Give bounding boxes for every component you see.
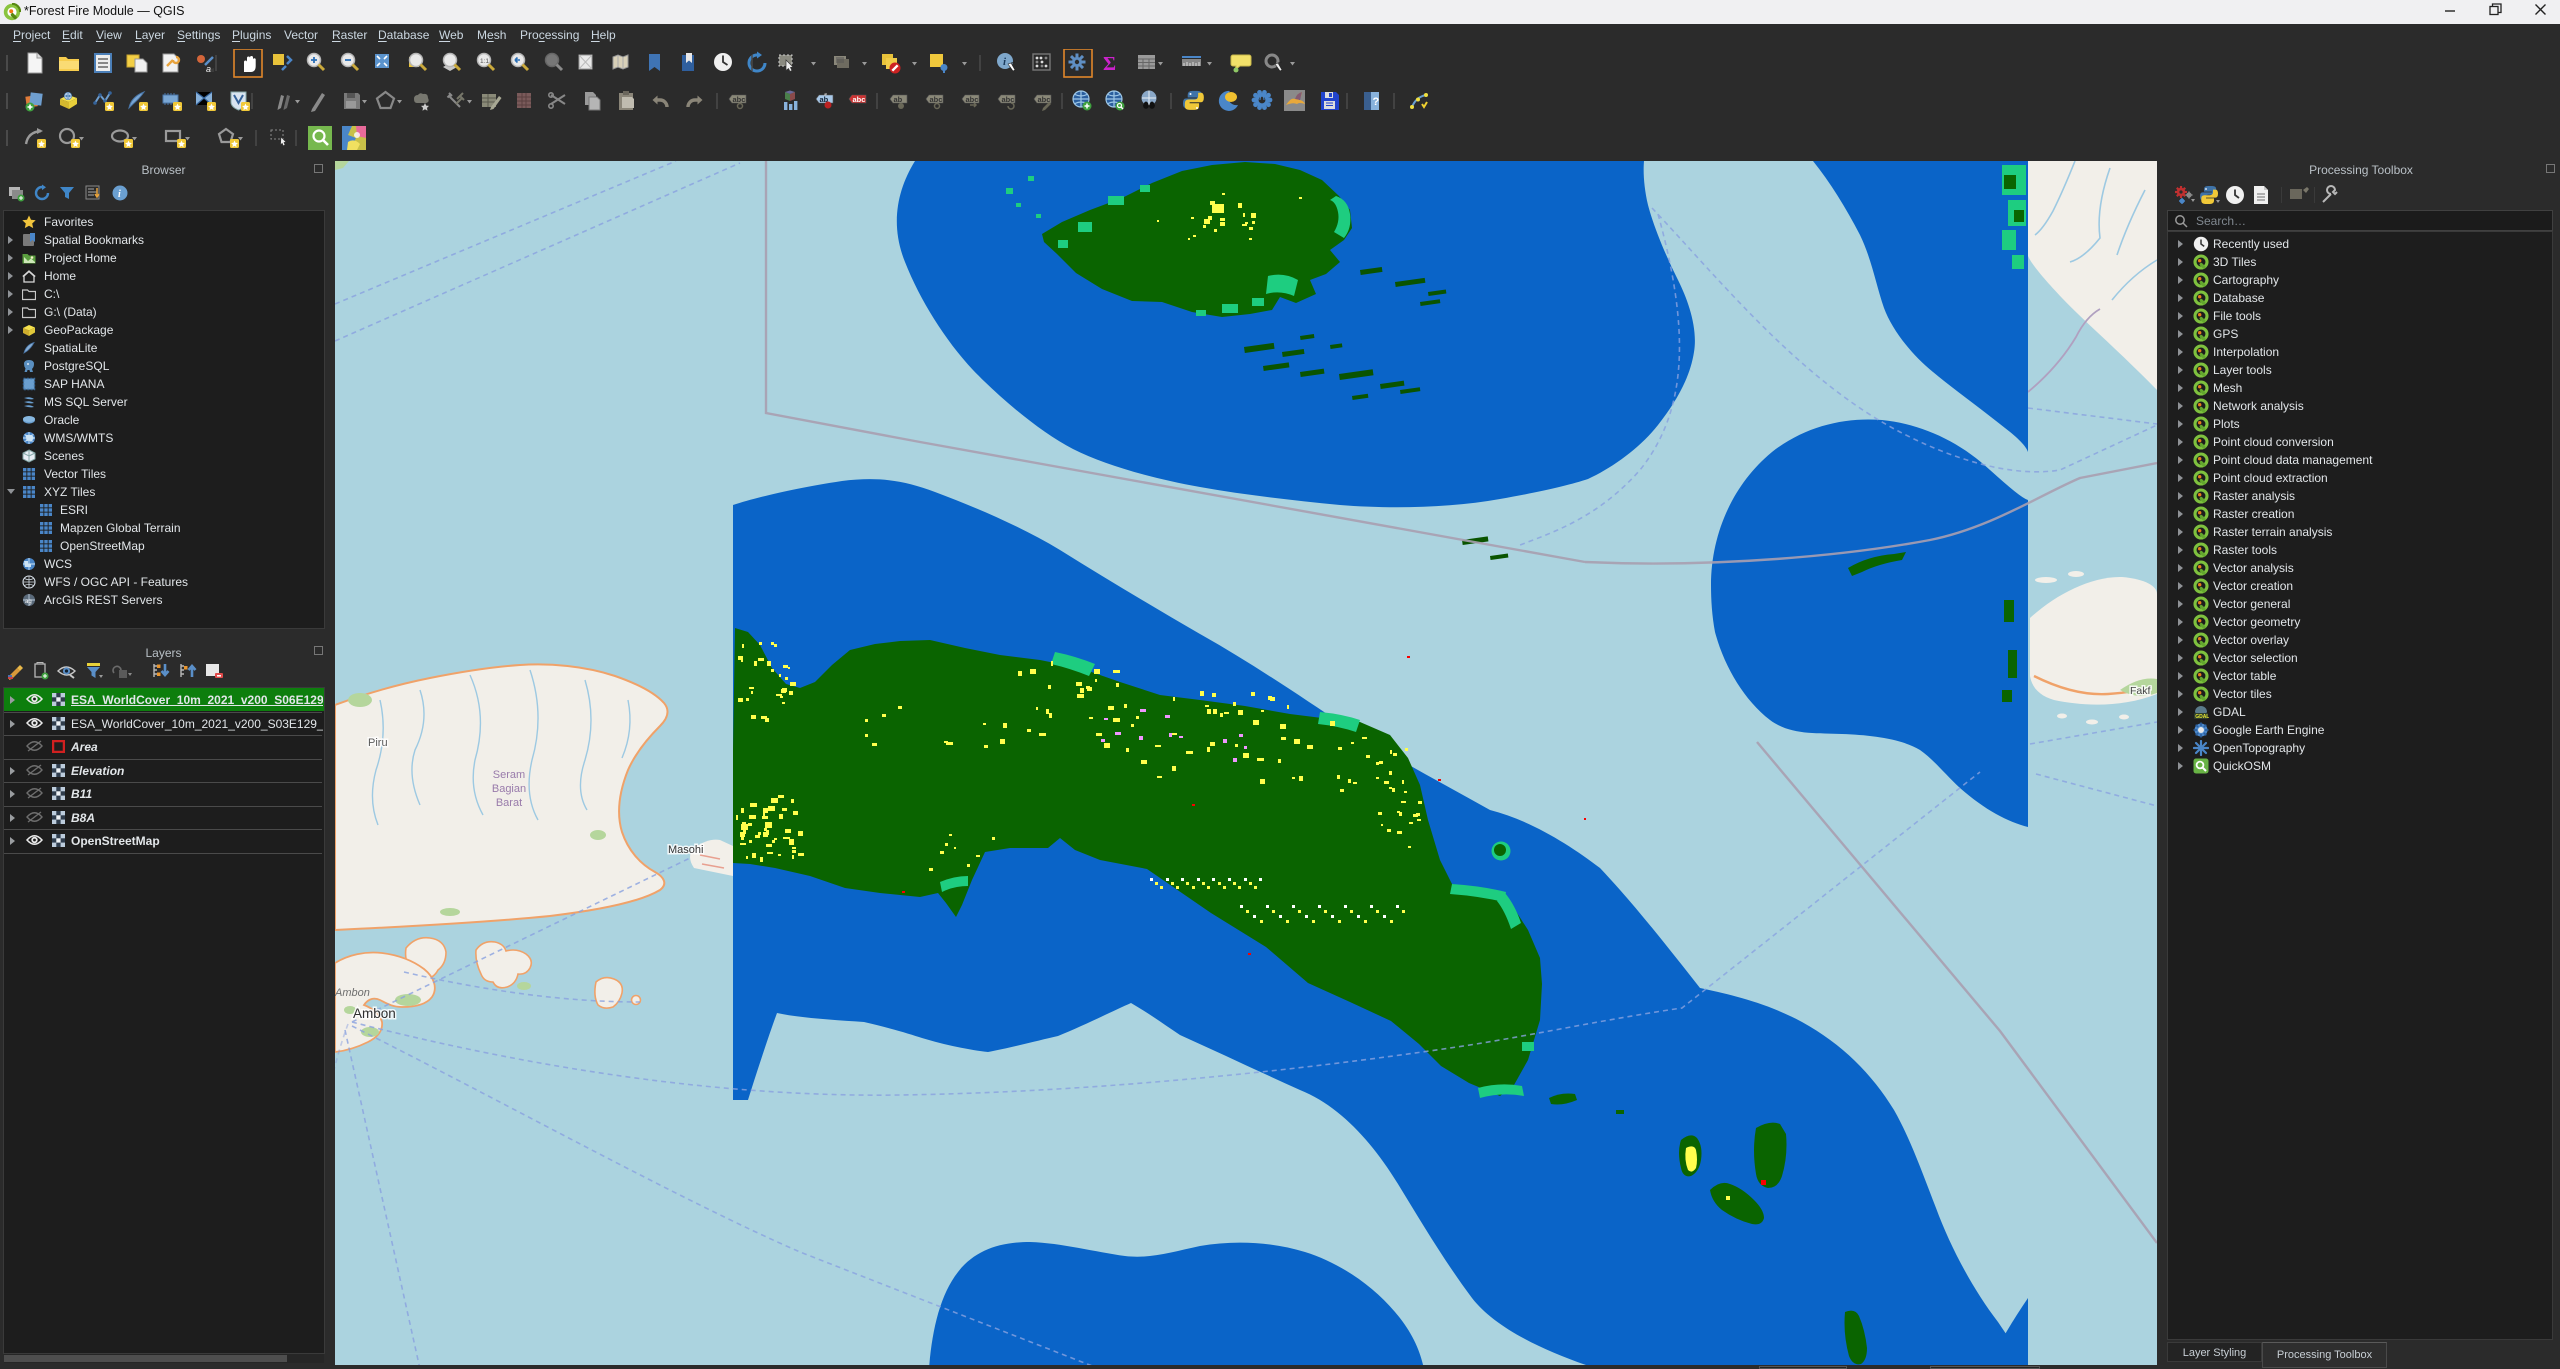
svg-text:ab: ab [894,95,903,104]
svg-text:1:1: 1:1 [480,58,489,65]
svg-text:ag: ag [25,599,32,605]
svg-text:abc: abc [930,95,943,104]
svg-text:abc: abc [966,95,979,104]
svg-text:Seram: Seram [493,769,525,781]
svg-text:Piru: Piru [368,737,388,749]
svg-text:Ambon: Ambon [353,1006,396,1021]
svg-text:Ambon: Ambon [335,987,370,999]
svg-text:Barat: Barat [496,797,522,809]
svg-text:Masohi: Masohi [668,844,703,856]
svg-text:i: i [118,189,121,200]
svg-text:a: a [206,64,211,74]
svg-text:?: ? [1373,96,1380,108]
svg-text:Fakf: Fakf [2130,685,2151,697]
svg-text:GDAL: GDAL [2195,714,2209,720]
svg-text:abc: abc [853,95,866,104]
svg-text:Σ: Σ [1103,53,1116,75]
svg-text:abc: abc [733,95,746,104]
svg-text:Bagian: Bagian [492,783,526,795]
